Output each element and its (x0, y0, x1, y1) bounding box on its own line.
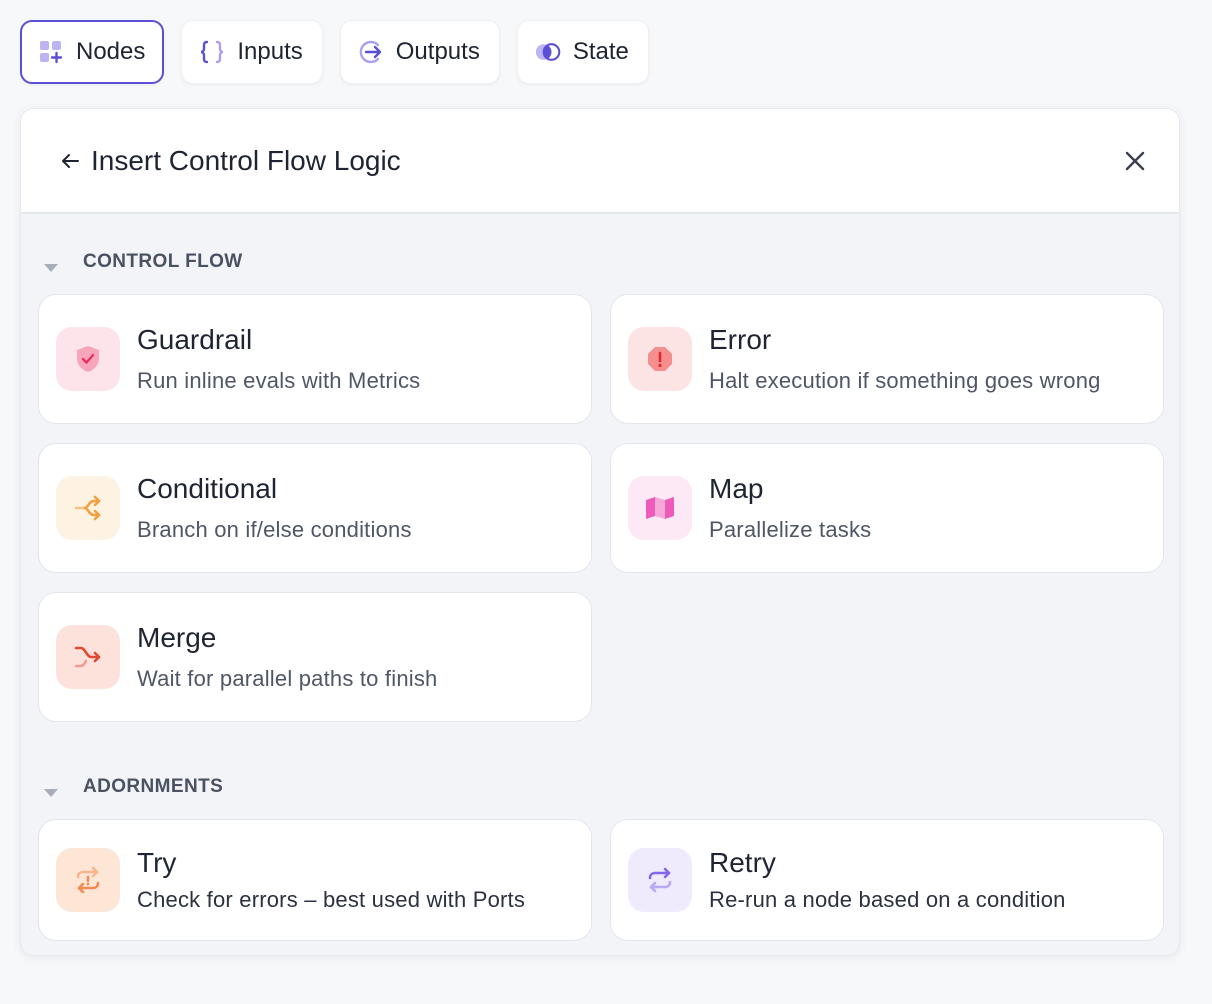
tab-nodes[interactable]: Nodes (20, 20, 165, 84)
card-description: Parallelize tasks (709, 517, 872, 542)
tab-inputs[interactable]: Inputs (181, 20, 323, 84)
tab-state[interactable]: State (516, 20, 649, 84)
card-description: Check for errors – best used with Ports (137, 887, 526, 912)
card-error[interactable]: Error Halt execution if something goes w… (610, 294, 1164, 424)
card-try[interactable]: Try Check for errors – best used with Po… (38, 819, 592, 941)
map-icon (628, 476, 692, 540)
shield-check-icon (56, 327, 120, 391)
section-header-adornments: ADORNMENTS (43, 776, 223, 798)
tab-label: Outputs (395, 38, 480, 65)
tab-label: Nodes (76, 38, 146, 65)
state-circles-icon (535, 39, 561, 65)
back-arrow-icon[interactable] (59, 150, 81, 172)
card-title: Map (709, 473, 764, 504)
card-title: Merge (137, 622, 217, 653)
insert-control-flow-panel: Insert Control Flow Logic CONTROL FLOW G… (20, 108, 1180, 956)
section-title: CONTROL FLOW (83, 251, 243, 272)
card-description: Halt execution if something goes wrong (709, 368, 1101, 393)
card-merge[interactable]: Merge Wait for parallel paths to finish (38, 592, 592, 722)
retry-icon (628, 848, 692, 912)
card-title: Guardrail (137, 324, 253, 355)
braces-icon (199, 39, 225, 65)
tab-outputs[interactable]: Outputs (339, 20, 500, 84)
merge-icon (56, 625, 120, 689)
close-icon[interactable] (1123, 149, 1147, 173)
octagon-alert-icon (628, 327, 692, 391)
top-tab-bar: Nodes Inputs Outputs State (20, 20, 649, 84)
card-description: Re-run a node based on a condition (709, 887, 1066, 912)
card-title: Retry (709, 847, 776, 878)
branch-icon (56, 476, 120, 540)
caret-down-icon[interactable] (43, 782, 59, 797)
card-map[interactable]: Map Parallelize tasks (610, 443, 1164, 573)
card-description: Wait for parallel paths to finish (137, 666, 438, 691)
try-repeat-alert-icon (56, 848, 120, 912)
card-title: Conditional (137, 473, 278, 504)
caret-down-icon[interactable] (43, 257, 59, 272)
card-title: Error (709, 324, 772, 355)
card-title: Try (137, 847, 177, 878)
card-description: Branch on if/else conditions (137, 517, 412, 542)
arrow-right-circle-icon (358, 39, 384, 65)
card-conditional[interactable]: Conditional Branch on if/else conditions (38, 443, 592, 573)
panel-title: Insert Control Flow Logic (91, 144, 401, 176)
tab-label: Inputs (237, 38, 303, 65)
panel-header: Insert Control Flow Logic (21, 109, 1179, 214)
section-header-control-flow: CONTROL FLOW (43, 251, 243, 273)
section-title: ADORNMENTS (83, 776, 224, 797)
card-retry[interactable]: Retry Re-run a node based on a condition (610, 819, 1164, 941)
card-guardrail[interactable]: Guardrail Run inline evals with Metrics (38, 294, 592, 424)
tab-label: State (572, 38, 629, 65)
nodes-add-icon (38, 39, 64, 65)
card-description: Run inline evals with Metrics (137, 368, 421, 393)
